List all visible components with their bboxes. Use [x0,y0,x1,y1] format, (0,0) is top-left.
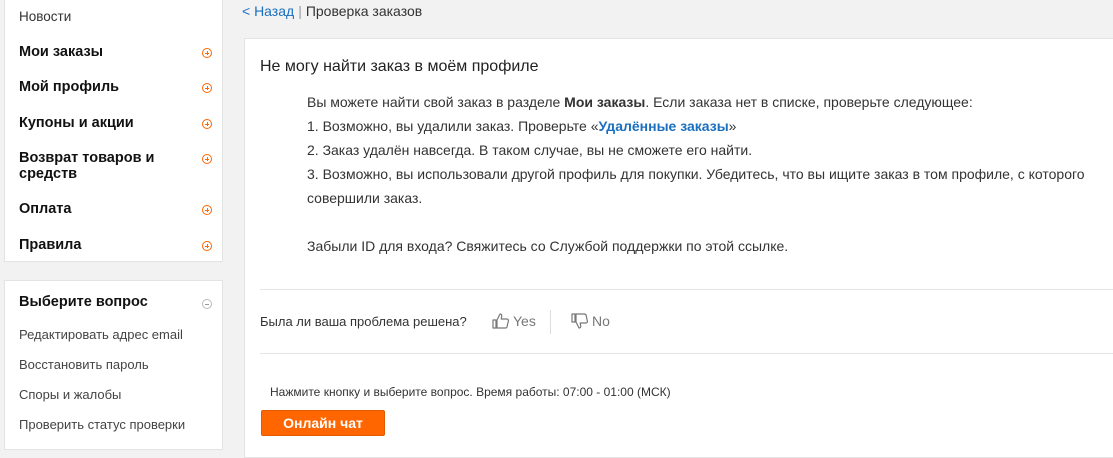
step-1: 1. Возможно, вы удалили заказ. Проверьте… [307,114,1113,138]
article-intro: Вы можете найти свой заказ в разделе Мои… [307,90,1113,114]
sidebar-item-label: Возврат товаров и средств [19,150,155,182]
step-2: 2. Заказ удалён навсегда. В таком случае… [307,142,753,158]
faq-panel: Выберите вопрос Редактировать адрес emai… [4,280,223,450]
expand-plus-icon[interactable] [202,83,212,93]
support-hours: Нажмите кнопку и выберите вопрос. Время … [270,385,671,399]
intro-text-end: . Если заказа нет в списке, проверьте сл… [645,94,973,110]
sidebar-item-label: Мой профиль [19,79,120,95]
breadcrumb-current: Проверка заказов [305,3,423,19]
sidebar-item-label: Правила [19,237,82,253]
expand-plus-icon[interactable] [202,205,212,215]
article-body: Вы можете найти свой заказ в разделе Мои… [307,90,1113,258]
intro-bold-text: Мои заказы [564,94,646,110]
feedback-question: Была ли ваша проблема решена? [260,314,467,329]
sidebar-item-payment[interactable]: Оплата [19,201,212,217]
step-3: 3. Возможно, вы использовали другой проф… [307,166,1085,206]
divider [260,353,1113,354]
faq-item-check-status[interactable]: Проверить статус проверки [19,417,185,432]
thumbs-up-icon [492,313,510,329]
faq-item-restore-password[interactable]: Восстановить пароль [19,357,149,372]
vote-divider [550,310,551,334]
back-link[interactable]: < Назад [242,3,294,19]
faq-title: Выберите вопрос [19,294,148,310]
faq-item-disputes[interactable]: Споры и жалобы [19,387,121,402]
thumbs-down-icon [571,313,589,329]
deleted-orders-link[interactable]: Удалённые заказы [598,118,728,134]
sidebar-item-coupons[interactable]: Купоны и акции [19,115,212,131]
faq-item-edit-email[interactable]: Редактировать адрес email [19,327,183,342]
sidebar-item-label: Мои заказы [19,44,104,60]
sidebar-item-label: Купоны и акции [19,115,134,131]
sidebar-item-label: Оплата [19,201,72,217]
article-title: Не могу найти заказ в моём профиле [260,58,539,75]
expand-plus-icon[interactable] [202,241,212,251]
faq-header[interactable]: Выберите вопрос [19,294,212,310]
step-1-text: 1. Возможно, вы удалили заказ. Проверьте… [307,118,599,134]
step-1-text-end: » [728,118,737,134]
expand-plus-icon[interactable] [202,48,212,58]
sidebar-nav: Новости Мои заказы Мой профиль Купоны и … [4,0,223,262]
vote-no-label: No [592,313,610,329]
expand-plus-icon[interactable] [202,119,212,129]
vote-yes-label: Yes [513,313,536,329]
sidebar-item-rules[interactable]: Правила [19,237,212,253]
sidebar-item-my-orders[interactable]: Мои заказы [19,44,212,60]
breadcrumb-separator: | [298,3,302,19]
article-panel: Не могу найти заказ в моём профиле Вы мо… [244,38,1113,458]
forgot-id-text[interactable]: Забыли ID для входа? Свяжитесь со Службо… [307,234,1113,258]
collapse-minus-icon[interactable] [202,299,212,309]
vote-yes-button[interactable]: Yes [492,313,536,329]
online-chat-button[interactable]: Онлайн чат [261,410,385,436]
breadcrumb: < Назад | Проверка заказов [242,3,422,19]
sidebar-item-my-profile[interactable]: Мой профиль [19,79,212,95]
sidebar-item-news[interactable]: Новости [19,9,71,24]
intro-text: Вы можете найти свой заказ в разделе [307,94,565,110]
sidebar-item-returns[interactable]: Возврат товаров и средств [19,150,212,182]
vote-no-button[interactable]: No [571,313,610,329]
divider [260,289,1113,290]
expand-plus-icon[interactable] [202,154,212,164]
